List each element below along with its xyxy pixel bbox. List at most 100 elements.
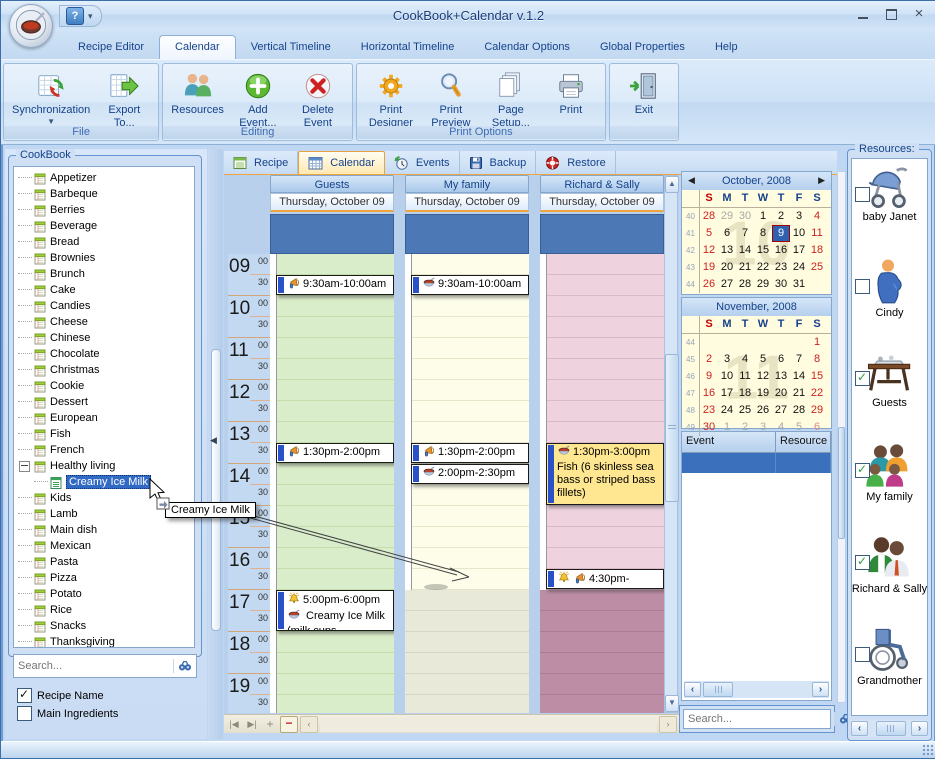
filter-main-ingredients[interactable]: Main Ingredients	[17, 706, 118, 721]
day-cell[interactable]: 23	[772, 259, 790, 276]
resource-richard-sally[interactable]: Richard & Sally	[852, 527, 927, 619]
collapse-icon[interactable]	[19, 461, 30, 472]
scroll-left-icon[interactable]: ‹	[851, 721, 868, 736]
checkbox-checked[interactable]	[855, 463, 870, 478]
day-cell[interactable]: 12	[700, 242, 718, 259]
last-day-icon[interactable]: ▶|	[244, 717, 260, 732]
checkbox-unchecked[interactable]	[855, 647, 870, 662]
day-cell[interactable]: 30	[736, 208, 754, 225]
day-cell[interactable]: 21	[736, 259, 754, 276]
recipe-search-input[interactable]	[14, 658, 173, 674]
filter-recipe-name[interactable]: Recipe Name	[17, 688, 104, 703]
scroll-right-icon[interactable]: ›	[659, 716, 677, 733]
tree-item[interactable]: Snacks	[18, 618, 194, 634]
scroll-left-icon[interactable]: ‹	[684, 682, 701, 697]
column-date-header[interactable]: Thursday, October 09	[405, 193, 529, 212]
tree-item[interactable]: Brownies	[18, 250, 194, 266]
day-cell[interactable]: 29	[718, 208, 736, 225]
print-preview-button[interactable]: Print Preview	[421, 66, 481, 132]
print-button[interactable]: Print	[541, 66, 601, 119]
column-header-richard-sally[interactable]: Richard & Sally	[540, 175, 664, 193]
day-cell[interactable]: 1	[808, 334, 826, 351]
day-cell[interactable]: 5	[700, 225, 718, 242]
day-cell[interactable]: 14	[736, 242, 754, 259]
day-cell[interactable]: 31	[790, 276, 808, 293]
tree-item[interactable]: Beverage	[18, 218, 194, 234]
tree-item[interactable]: Bread	[18, 234, 194, 250]
day-cell[interactable]: 20	[772, 385, 790, 402]
prev-month-icon[interactable]: ◀	[688, 175, 695, 186]
scroll-right-icon[interactable]: ›	[911, 721, 928, 736]
day-cell[interactable]	[700, 334, 718, 351]
day-cell[interactable]: 1	[754, 208, 772, 225]
event-1-30pm-2-00pm[interactable]: 1:30pm-2:00pm	[411, 443, 529, 463]
day-cell[interactable]	[772, 334, 790, 351]
day-cell[interactable]	[718, 334, 736, 351]
synchronization-button[interactable]: Synchronization▼	[8, 66, 94, 128]
tree-item[interactable]: Rice	[18, 602, 194, 618]
day-cell[interactable]: 18	[736, 385, 754, 402]
day-cell[interactable]: 19	[754, 385, 772, 402]
tree-item[interactable]: Healthy living	[18, 458, 194, 474]
day-cell[interactable]	[754, 334, 772, 351]
tree-item[interactable]: Main dish	[18, 522, 194, 538]
day-cell[interactable]: 13	[772, 368, 790, 385]
tree-item[interactable]: Candies	[18, 298, 194, 314]
print-designer-button[interactable]: Print Designer	[361, 66, 421, 132]
nav-scroll-track[interactable]	[320, 717, 657, 732]
day-cell[interactable]: 2	[736, 419, 754, 436]
column-date-header[interactable]: Thursday, October 09	[540, 193, 664, 212]
event-9-30am-10-00am[interactable]: 9:30am-10:00am	[276, 275, 394, 295]
zoom-in-icon[interactable]: +	[262, 717, 278, 732]
day-cell[interactable]: 27	[718, 276, 736, 293]
checkbox-unchecked[interactable]	[855, 187, 870, 202]
day-cell[interactable]: 22	[808, 385, 826, 402]
all-day-area[interactable]	[405, 214, 529, 254]
scrollbar-thumb[interactable]	[838, 427, 845, 539]
day-cell[interactable]: 10	[718, 368, 736, 385]
day-cell[interactable]: 30	[700, 419, 718, 436]
day-cell[interactable]: 28	[736, 276, 754, 293]
checkbox-checked[interactable]	[855, 555, 870, 570]
column-header-guests[interactable]: Guests	[270, 175, 394, 193]
event-9-30am-10-00am[interactable]: 9:30am-10:00am	[411, 275, 529, 295]
day-cell[interactable]: 3	[718, 351, 736, 368]
menu-tab-global-properties[interactable]: Global Properties	[585, 36, 700, 59]
day-cell[interactable]: 2	[772, 208, 790, 225]
day-cell[interactable]: 7	[736, 225, 754, 242]
day-cell[interactable]: 9	[700, 368, 718, 385]
day-cell[interactable]: 17	[790, 242, 808, 259]
tree-item[interactable]: Pasta	[18, 554, 194, 570]
tree-item[interactable]: Cheese	[18, 314, 194, 330]
day-cell[interactable]: 6	[718, 225, 736, 242]
day-cell[interactable]	[790, 334, 808, 351]
view-tab-backup[interactable]: Backup	[460, 151, 537, 174]
day-cell[interactable]: 4	[736, 351, 754, 368]
day-cell[interactable]	[736, 334, 754, 351]
zoom-out-icon[interactable]: −	[280, 716, 298, 733]
tree-item[interactable]: Potato	[18, 586, 194, 602]
tree-item[interactable]: Appetizer	[18, 170, 194, 186]
day-cell[interactable]: 25	[808, 259, 826, 276]
day-cell[interactable]: 12	[754, 368, 772, 385]
checkbox-checked[interactable]	[855, 371, 870, 386]
day-cell[interactable]: 20	[718, 259, 736, 276]
tree-item[interactable]: Fish	[18, 426, 194, 442]
tree-item[interactable]: Thanksgiving	[18, 634, 194, 648]
day-cell[interactable]: 29	[808, 402, 826, 419]
view-tab-recipe[interactable]: Recipe	[224, 151, 298, 174]
minimize-button[interactable]	[856, 8, 870, 20]
day-cell[interactable]: 7	[790, 351, 808, 368]
search-icon[interactable]	[173, 659, 196, 673]
resources-button[interactable]: Resources	[167, 66, 228, 119]
scroll-up-icon[interactable]: ▲	[665, 176, 679, 193]
scroll-right-icon[interactable]: ›	[812, 682, 829, 697]
day-cell[interactable]: 5	[754, 351, 772, 368]
day-cell[interactable]	[808, 276, 826, 293]
day-cell[interactable]: 17	[718, 385, 736, 402]
view-tab-calendar[interactable]: Calendar	[298, 151, 385, 174]
day-cell[interactable]: 4	[808, 208, 826, 225]
exit-button[interactable]: Exit	[614, 66, 674, 119]
tree-item[interactable]: Chocolate	[18, 346, 194, 362]
calendar-vertical-scrollbar[interactable]: ▲ ▼	[664, 175, 678, 713]
